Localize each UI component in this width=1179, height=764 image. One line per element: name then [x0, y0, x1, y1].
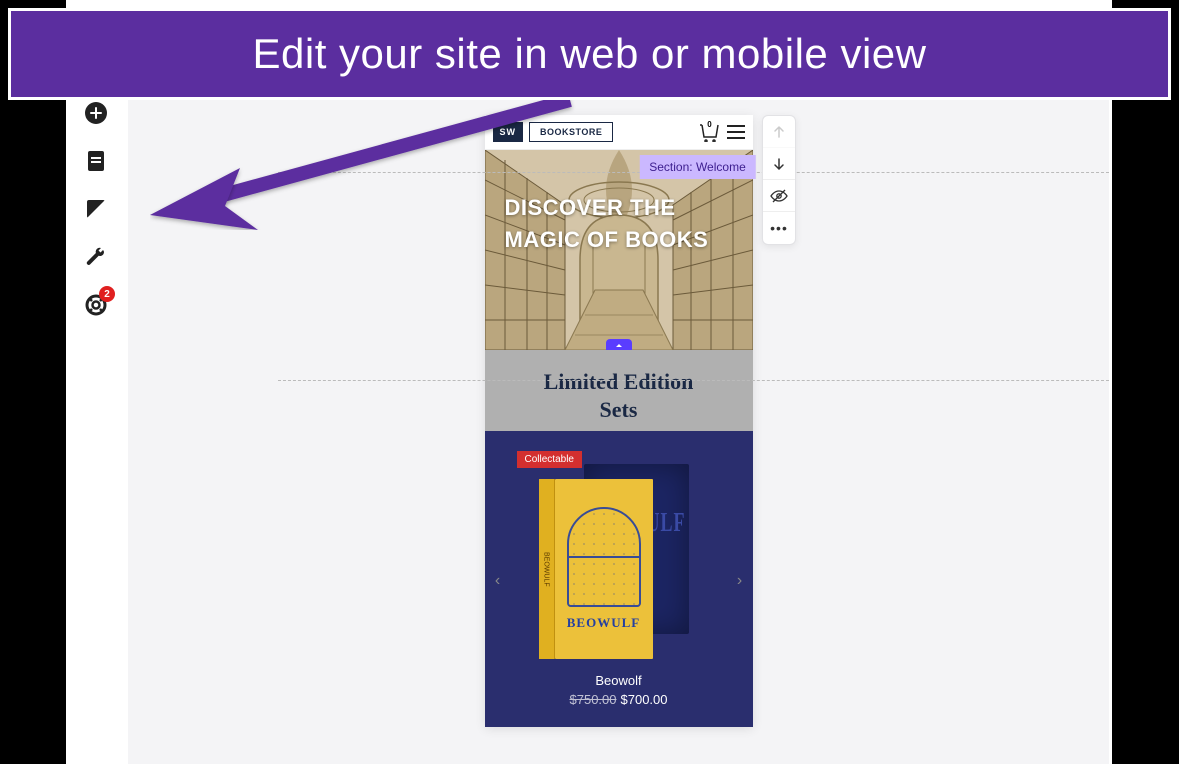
cart-count: 0: [707, 120, 711, 129]
help-button[interactable]: 2: [83, 292, 109, 318]
eye-off-icon: [770, 189, 788, 203]
cart-button[interactable]: 0: [699, 122, 721, 142]
hamburger-line: [727, 125, 745, 127]
move-up-button: [763, 116, 795, 148]
current-price: $700.00: [621, 692, 668, 707]
book-front-title: BEOWULF: [567, 615, 640, 631]
plus-circle-icon: [84, 101, 108, 125]
limited-title-line: Sets: [600, 397, 638, 422]
book-front-wrap: BEOWULF BEOWULF: [539, 479, 653, 659]
mobile-preview: SW BOOKSTORE 0: [485, 115, 753, 727]
limited-title-line: Limited Edition: [544, 369, 694, 394]
hero-section[interactable]: DISCOVER THE MAGIC OF BOOKS: [485, 150, 753, 350]
move-down-button[interactable]: [763, 148, 795, 180]
book-spine: BEOWULF: [539, 479, 555, 659]
limited-section[interactable]: Limited Edition Sets: [485, 350, 753, 431]
section-divider: [278, 380, 1109, 381]
preview-header: SW BOOKSTORE 0: [485, 115, 753, 150]
page-icon: [86, 150, 106, 172]
annotation-title: Edit your site in web or mobile view: [253, 30, 927, 78]
notification-badge: 2: [99, 286, 115, 302]
arrow-down-icon: [773, 157, 785, 171]
resize-arrows-icon: [613, 343, 625, 350]
arrow-up-icon: [773, 125, 785, 139]
contrast-icon: [86, 199, 106, 219]
ellipsis-icon: •••: [770, 220, 788, 236]
product-price: $750.00 $700.00: [501, 692, 737, 707]
pages-button[interactable]: [83, 148, 109, 174]
more-options-button[interactable]: •••: [763, 212, 795, 244]
editor-canvas[interactable]: Section: Welcome SW BOOKSTORE 0: [128, 100, 1109, 764]
old-price: $750.00: [570, 692, 617, 707]
hamburger-button[interactable]: [727, 125, 745, 139]
design-button[interactable]: [83, 196, 109, 222]
editor-sidebar: 2: [76, 100, 116, 318]
product-badge: Collectable: [517, 451, 582, 468]
wrench-icon: [85, 246, 107, 268]
product-name: Beowolf: [501, 673, 737, 688]
site-logo[interactable]: SW: [493, 122, 524, 142]
product-card[interactable]: Collectable ‹ › BEOWULF BEOWULF BEOWULF …: [485, 431, 753, 727]
hide-section-button[interactable]: [763, 180, 795, 212]
add-button[interactable]: [83, 100, 109, 126]
section-resize-handle[interactable]: [606, 339, 632, 350]
site-brand[interactable]: BOOKSTORE: [529, 122, 613, 142]
product-image: BEOWULF BEOWULF BEOWULF: [501, 459, 737, 659]
limited-title: Limited Edition Sets: [485, 368, 753, 423]
book-front: BEOWULF: [555, 479, 653, 659]
annotation-banner: Edit your site in web or mobile view: [8, 8, 1171, 100]
section-toolbar: •••: [762, 115, 796, 245]
section-tag[interactable]: Section: Welcome: [639, 155, 756, 179]
settings-button[interactable]: [83, 244, 109, 270]
hamburger-line: [727, 131, 745, 133]
hero-headline[interactable]: DISCOVER THE MAGIC OF BOOKS: [505, 192, 733, 256]
book-decoration: [567, 507, 641, 607]
hamburger-line: [727, 137, 745, 139]
